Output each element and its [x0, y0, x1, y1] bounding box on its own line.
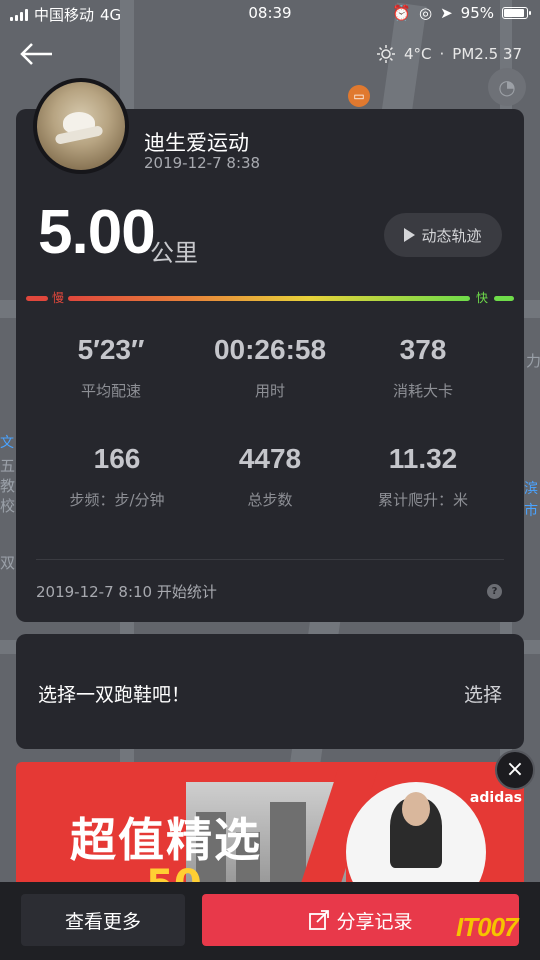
watermark-logo: IT007: [456, 912, 518, 942]
stat-value: 166: [93, 443, 141, 474]
map-label-fragment: 力: [526, 352, 540, 370]
avatar-photo: [37, 82, 125, 170]
map-label-fragment: 文: [0, 435, 14, 451]
distance-unit: 公里: [150, 239, 198, 267]
map-compass-button[interactable]: ◔: [488, 68, 526, 106]
stat-value: 378: [399, 334, 447, 365]
stat-duration: 00:26:58 用时: [185, 334, 355, 401]
share-record-label: 分享记录: [336, 910, 413, 933]
restaurant-poi-icon: ▭: [348, 85, 370, 107]
play-icon: [404, 228, 416, 242]
dynamic-track-button[interactable]: 动态轨迹: [384, 213, 502, 257]
pace-color-legend: 慢 快: [26, 289, 514, 309]
temperature: 4°C: [403, 45, 432, 63]
fast-label: 快: [476, 291, 489, 305]
stat-calories: 378 消耗大卡: [338, 334, 508, 401]
close-icon: ×: [505, 757, 525, 782]
slow-label: 慢: [52, 291, 65, 305]
pace-gradient-bar: [68, 296, 470, 301]
run-datetime: 2019-12-7 8:38: [144, 154, 261, 172]
battery-icon: [502, 7, 531, 19]
stat-label: 总步数: [247, 491, 293, 509]
weather-info: 4°C · PM2.5 37: [376, 44, 522, 64]
ad-banner[interactable]: 超值精选 50 adidas: [16, 762, 524, 892]
rotation-lock-icon: ◎: [418, 4, 433, 22]
map-label-fragment: 滨: [524, 481, 538, 497]
share-icon: [309, 910, 330, 930]
map-label-fragment: 双: [0, 554, 16, 572]
stat-label: 步频：步/分钟: [69, 491, 165, 509]
start-time-info: 2019-12-7 8:10 开始统计: [36, 583, 217, 601]
status-bar: 中国移动 4G 08:39 ⏰ ◎ ➤ 95%: [0, 0, 540, 26]
map-label-fragment: 五: [0, 457, 16, 475]
stat-value: 4478: [238, 443, 302, 474]
air-quality: PM2.5 37: [452, 45, 522, 63]
shoe-prompt: 选择一双跑鞋吧！: [38, 684, 191, 706]
map-label-fragment: 校: [0, 497, 16, 515]
run-summary-card: 迪生爱运动 2019-12-7 8:38 5.00 公里 动态轨迹 慢 快 5′…: [16, 109, 524, 622]
avatar[interactable]: [33, 78, 129, 174]
sun-icon: [376, 45, 395, 63]
distance-value: 5.00: [38, 198, 156, 267]
separator-dot: ·: [439, 45, 445, 63]
stat-value: 00:26:58: [213, 334, 327, 365]
user-name: 迪生爱运动: [144, 131, 249, 155]
map-label-fragment: 教: [0, 477, 16, 495]
stat-elevation-gain: 11.32 累计爬升：米: [338, 443, 508, 510]
stat-avg-pace: 5′23″ 平均配速: [26, 334, 196, 401]
help-icon[interactable]: ?: [487, 584, 502, 599]
battery-percent: 95%: [460, 4, 494, 22]
stat-value: 5′23″: [77, 334, 145, 365]
arrow-left-icon: [20, 43, 52, 65]
back-button[interactable]: [18, 38, 58, 70]
compass-icon: ◔: [498, 75, 516, 99]
running-shoes-card[interactable]: 选择一双跑鞋吧！ 选择: [16, 634, 524, 749]
dynamic-track-label: 动态轨迹: [421, 226, 482, 245]
location-arrow-icon: ➤: [440, 4, 453, 22]
stat-cadence: 166 步频：步/分钟: [32, 443, 202, 510]
view-more-label: 查看更多: [64, 910, 141, 933]
fast-segment: [494, 296, 514, 301]
map-label-fragment: 市: [524, 503, 538, 519]
select-shoe-button[interactable]: 选择: [464, 680, 502, 707]
stat-label: 用时: [254, 382, 285, 400]
stat-label: 平均配速: [80, 382, 141, 400]
divider: [36, 559, 504, 560]
ad-title: 超值精选: [70, 813, 262, 867]
alarm-icon: ⏰: [392, 4, 411, 22]
ad-brand-logo: adidas: [469, 790, 522, 806]
stat-label: 消耗大卡: [392, 382, 453, 400]
stat-value: 11.32: [388, 443, 458, 474]
stat-total-steps: 4478 总步数: [185, 443, 355, 510]
stat-label: 累计爬升：米: [377, 491, 468, 509]
close-ad-button[interactable]: ×: [495, 750, 535, 790]
view-more-button[interactable]: 查看更多: [21, 894, 185, 946]
slow-segment: [26, 296, 48, 301]
